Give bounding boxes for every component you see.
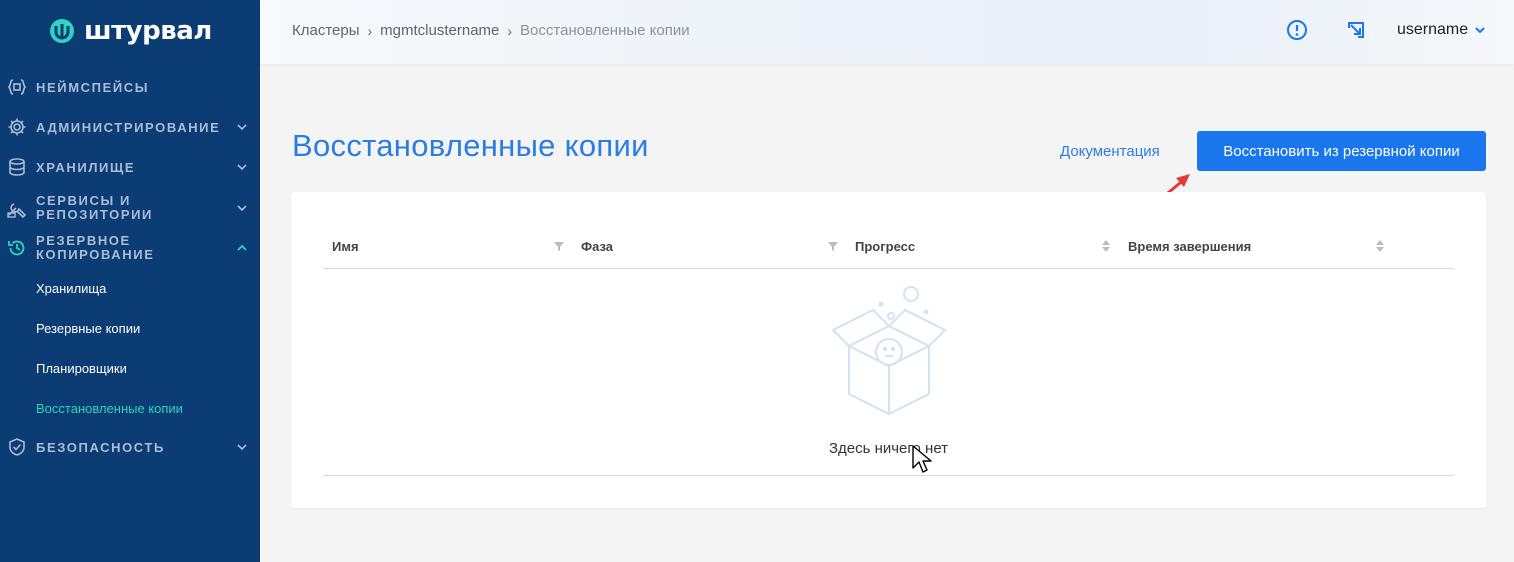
- braces-icon: [7, 79, 27, 95]
- gear-icon: [8, 118, 26, 136]
- page-title: Восстановленные копии: [292, 128, 649, 163]
- sidebar-item-storage[interactable]: Хранилище: [0, 157, 260, 177]
- documentation-link[interactable]: Документация: [1060, 143, 1160, 160]
- expand-arrow-icon[interactable]: [1345, 19, 1367, 41]
- tools-icon: [7, 203, 27, 219]
- restore-from-backup-button[interactable]: Восстановить из резервной копии: [1197, 131, 1486, 171]
- table-header: Имя Фаза Прогресс Время завершения: [323, 228, 1454, 269]
- sidebar-item-namespaces[interactable]: Неймспейсы: [0, 77, 260, 97]
- sidebar-item-security[interactable]: Безопасность: [0, 437, 260, 457]
- sort-icon[interactable]: [1374, 239, 1386, 253]
- chevron-right-icon: ›: [507, 22, 513, 39]
- chevron-right-icon: ›: [367, 22, 373, 39]
- chevron-down-icon: [237, 444, 247, 451]
- column-header-name[interactable]: Имя: [332, 239, 359, 254]
- submenu-item-schedules[interactable]: Планировщики: [36, 361, 127, 376]
- sidebar-item-label-line2: копирование: [36, 247, 155, 262]
- mouse-cursor-icon: [912, 445, 932, 473]
- alert-circle-icon[interactable]: [1286, 19, 1308, 41]
- sidebar-item-label-line1: Сервисы и: [36, 193, 131, 208]
- table-bottom-divider: [323, 475, 1454, 476]
- chevron-up-icon: [237, 244, 247, 251]
- top-header: Кластеры › mgmtclustername › Восстановле…: [260, 0, 1514, 64]
- sort-icon[interactable]: [1100, 239, 1112, 253]
- breadcrumb-cluster[interactable]: mgmtclustername: [380, 22, 499, 39]
- sidebar-item-backup[interactable]: Резервное копирование: [0, 234, 260, 262]
- sidebar-item-label: Неймспейсы: [36, 80, 150, 95]
- chevron-down-icon: [237, 124, 247, 131]
- empty-box-icon: [831, 286, 947, 416]
- column-header-progress[interactable]: Прогресс: [855, 239, 915, 254]
- brand-logo[interactable]: штурвал: [48, 14, 212, 48]
- sidebar-item-label: Хранилище: [36, 160, 136, 175]
- sidebar-item-label-line1: Резервное: [36, 233, 131, 248]
- chevron-down-icon: [237, 205, 247, 212]
- sidebar-item-services-repositories[interactable]: Сервисы и репозитории: [0, 194, 260, 222]
- sidebar-item-administration[interactable]: Администрирование: [0, 117, 260, 137]
- history-icon: [8, 240, 25, 256]
- user-menu[interactable]: username: [1397, 21, 1486, 39]
- breadcrumb-clusters[interactable]: Кластеры: [292, 22, 360, 39]
- database-icon: [9, 158, 25, 176]
- logo-icon: [50, 19, 74, 43]
- sidebar-item-label: Администрирование: [36, 120, 221, 135]
- column-header-phase[interactable]: Фаза: [581, 239, 613, 254]
- sidebar-item-label-line2: репозитории: [36, 207, 153, 222]
- username: username: [1397, 21, 1469, 38]
- column-header-completion-time[interactable]: Время завершения: [1128, 239, 1251, 254]
- submenu-item-restores[interactable]: Восстановленные копии: [36, 401, 183, 416]
- breadcrumb-current: Восстановленные копии: [520, 22, 690, 39]
- filter-icon[interactable]: [827, 239, 839, 253]
- submenu-item-backups[interactable]: Резервные копии: [36, 321, 140, 336]
- sidebar: штурвал Неймспейсы Администрирование Хра…: [0, 0, 260, 562]
- restores-table-card: Имя Фаза Прогресс Время завершения Здесь…: [291, 192, 1486, 508]
- filter-icon[interactable]: [553, 239, 565, 253]
- breadcrumb: Кластеры › mgmtclustername › Восстановле…: [292, 22, 690, 39]
- brand-name: штурвал: [84, 16, 212, 46]
- chevron-down-icon: [237, 164, 247, 171]
- chevron-down-icon: [1475, 27, 1485, 34]
- submenu-item-storages[interactable]: Хранилища: [36, 281, 106, 296]
- sidebar-item-label: Безопасность: [36, 440, 165, 455]
- shield-icon: [9, 438, 25, 456]
- empty-state-text: Здесь ничего нет: [828, 440, 949, 457]
